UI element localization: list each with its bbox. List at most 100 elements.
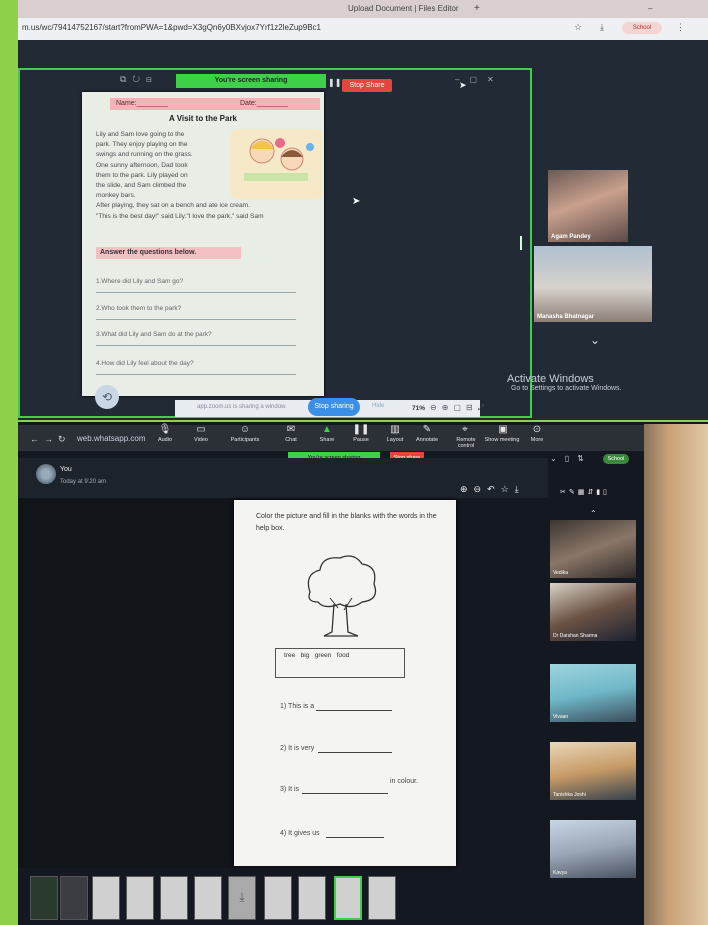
participant-tile[interactable]: Agam Pandey [548, 170, 628, 242]
film-thumbnail[interactable] [30, 876, 58, 920]
url-text: m.us/wc/79414752167/start?fromPWA=1&pwd=… [22, 23, 321, 32]
share-icon[interactable]: ▲ [312, 424, 342, 435]
participant-name: Vivaan [553, 714, 569, 720]
url-text[interactable]: web.whatsapp.com [77, 434, 145, 443]
film-thumbnail[interactable] [194, 876, 222, 920]
tree-drawing [302, 552, 380, 638]
back-icon[interactable]: ← [30, 434, 39, 444]
window-controls[interactable]: –▢✕ [648, 2, 708, 27]
toolbar-share[interactable]: Share [312, 437, 342, 443]
toolbar-participants[interactable]: Participants [230, 437, 260, 443]
story-line: After playing, they sat on a bench and a… [96, 202, 250, 210]
blank-line [302, 793, 388, 794]
participant-name: Manasha Bhatnagar [537, 314, 595, 320]
star-icon[interactable]: ☆ [574, 22, 582, 33]
toolbar-pause[interactable]: Pause [346, 437, 376, 443]
more-icon[interactable]: ⊙ [522, 424, 552, 435]
annotation-tools[interactable]: ✂✎▦⇵▮▯ [560, 488, 610, 496]
activate-title: Activate Windows [507, 373, 594, 385]
screen-sharing-banner[interactable]: You're screen sharing [176, 74, 326, 88]
film-thumbnail[interactable] [126, 876, 154, 920]
hide-button[interactable]: Hide [372, 403, 384, 409]
reload-icon[interactable]: ↻ [58, 434, 66, 445]
worksheet-instruction: Color the picture and fill in the blanks… [256, 513, 437, 532]
answer-line [96, 374, 296, 375]
fill-question-2: 2) It is very [280, 745, 315, 752]
participant-tile[interactable]: Dr Darshan Sharma [550, 583, 636, 641]
story-line: the slide, and Sam climbed the [96, 182, 187, 190]
audio-icon[interactable]: 🎙 [150, 424, 180, 435]
toolbar-audio[interactable]: Audio [150, 437, 180, 443]
chevron-down-icon[interactable]: ⌄ [590, 333, 600, 347]
question-2: 2.Who took them to the park? [96, 305, 182, 312]
film-thumbnail[interactable] [60, 876, 88, 920]
fill-question-1: 1) This is a [280, 703, 315, 710]
address-bar[interactable]: m.us/wc/79414752167/start?fromPWA=1&pwd=… [18, 18, 708, 41]
film-thumbnail[interactable] [160, 876, 188, 920]
sender-name: You [60, 466, 72, 473]
profile-label: School [607, 456, 625, 462]
toolbar-chat[interactable]: Chat [276, 437, 306, 443]
forward-icon[interactable]: → [44, 434, 53, 444]
profile-button[interactable]: School [622, 22, 662, 34]
film-thumbnail[interactable] [298, 876, 326, 920]
sharing-hint: app.zoom.us is sharing a window. [197, 404, 287, 410]
annotate-icon[interactable]: ✎ [412, 424, 442, 435]
download-icon[interactable]: ⤓ [600, 22, 604, 33]
pause-icon[interactable]: ❚❚ [346, 424, 376, 435]
name-date-bar: Name:________ Date:________ [110, 98, 320, 110]
browser-tab[interactable]: Upload Document | Files Editor [348, 2, 459, 16]
toolbar-video[interactable]: Video [186, 437, 216, 443]
message-timestamp: Today at 9:20 am [60, 479, 107, 485]
participant-tile[interactable]: Manasha Bhatnagar [534, 246, 652, 322]
new-tab-icon[interactable]: + [474, 2, 480, 16]
participant-name: Vedika [553, 570, 569, 576]
film-thumbnail[interactable] [264, 876, 292, 920]
story-text: Lily and Sam love going to the park. The… [96, 130, 321, 222]
view-controls[interactable]: ⊖⊕▢⊟⤢ [430, 403, 489, 413]
toolbar-annotate[interactable]: Annotate [412, 437, 442, 443]
participant-tile[interactable]: Kavya [550, 820, 636, 878]
film-thumbnail[interactable] [368, 876, 396, 920]
avatar[interactable] [36, 464, 56, 484]
toolbar-show-meeting[interactable]: Show meeting [484, 437, 520, 443]
panel-divider[interactable] [520, 236, 522, 250]
share-toolbar-icons[interactable]: ⧉↻⊟ [120, 74, 158, 85]
questions-heading: Answer the questions below. [96, 247, 241, 259]
answer-line [96, 319, 296, 320]
participant-name: Kavya [553, 870, 567, 876]
help-box-words: tree big green food [284, 652, 350, 659]
participant-tile[interactable]: Vedika [550, 520, 636, 578]
browser-extension-icons[interactable]: ⌄▯⇅ [550, 454, 592, 463]
sharing-banner-text: You're screen sharing [214, 77, 288, 84]
stop-sharing-button[interactable]: Stop sharing [308, 398, 360, 416]
media-viewer-tools[interactable]: ⊕⊖↶☆⤓ [460, 484, 525, 495]
show-meeting-icon[interactable]: ▣ [488, 424, 518, 435]
chat-icon[interactable]: ✉ [276, 424, 306, 435]
worksheet-title: A Visit to the Park [168, 114, 238, 123]
question-1: 1.Where did Lily and Sam go? [96, 278, 184, 285]
refresh-fab-icon[interactable]: ⟲ [95, 385, 119, 409]
menu-icon[interactable]: ⋮ [676, 22, 685, 33]
remote-control-icon[interactable]: ⌖ [450, 424, 480, 435]
toolbar-remote-control[interactable]: Remote control [448, 437, 484, 449]
participants-icon[interactable]: ☺ [230, 424, 260, 435]
participant-tile[interactable]: Vivaan [550, 664, 636, 722]
film-thumbnail-selected[interactable] [334, 876, 362, 920]
toolbar-more[interactable]: More [522, 437, 552, 443]
participant-tile[interactable]: Tanishka Joshi [550, 742, 636, 800]
profile-label: School [632, 25, 652, 31]
layout-icon[interactable]: ▥ [380, 424, 410, 435]
stop-share-button[interactable]: Stop Share [342, 79, 392, 92]
film-thumbnail[interactable] [92, 876, 120, 920]
video-icon[interactable]: ▭ [186, 424, 216, 435]
toolbar-layout[interactable]: Layout [380, 437, 410, 443]
room-background [644, 424, 708, 925]
profile-button[interactable]: School [603, 454, 629, 464]
pause-icon[interactable]: ❚❚ [328, 78, 341, 87]
chevron-up-icon[interactable]: ⌃ [590, 509, 597, 518]
story-line: park. They enjoy playing on the [96, 141, 188, 149]
mouse-cursor-icon: ➤ [459, 80, 467, 90]
name-label: Name:________ [116, 100, 168, 107]
download-icon[interactable]: ⤓ [228, 876, 256, 920]
